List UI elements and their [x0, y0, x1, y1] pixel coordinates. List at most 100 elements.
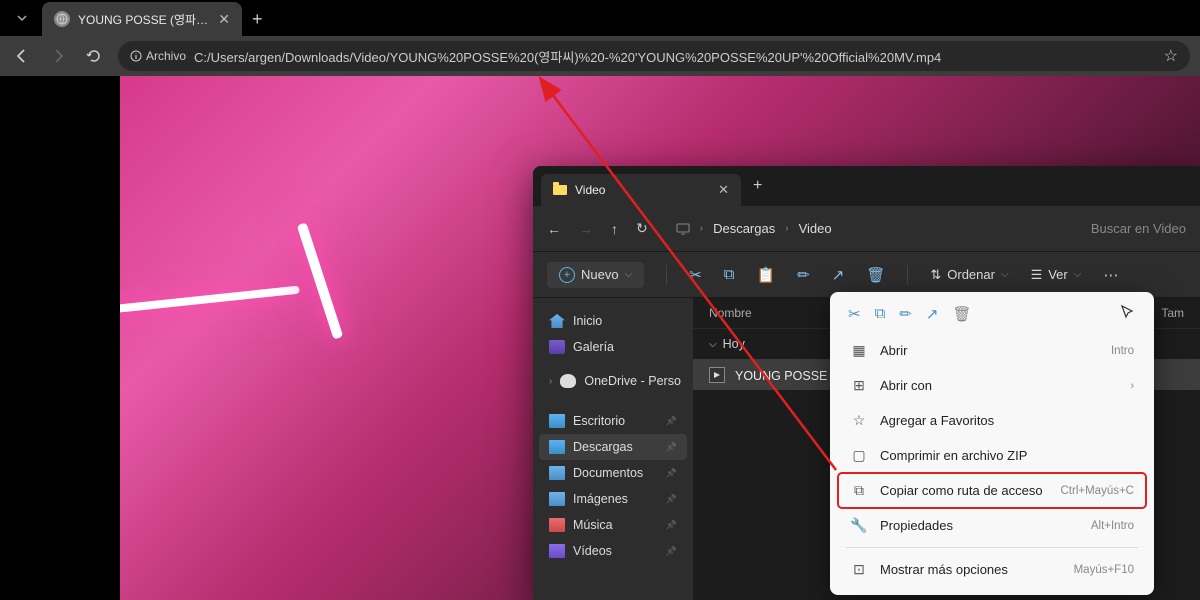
sidebar-label: Escritorio	[573, 414, 625, 428]
sort-button[interactable]: ⇅ Ordenar ⌵	[930, 267, 1008, 283]
copy-icon[interactable]: ⧉	[724, 266, 735, 283]
sidebar-item-desktop[interactable]: Escritorio	[539, 408, 687, 434]
separator	[666, 265, 667, 285]
ctx-open[interactable]: ▦ Abrir Intro	[838, 333, 1146, 368]
new-tab-button[interactable]: +	[242, 9, 273, 30]
globe-icon	[54, 11, 70, 27]
chevron-down-icon: ⌵	[709, 339, 717, 350]
download-icon	[549, 440, 565, 454]
videos-icon	[549, 544, 565, 558]
paste-icon[interactable]: 📋	[756, 266, 775, 284]
sidebar-label: Galería	[573, 340, 614, 354]
explorer-tab-title: Video	[575, 183, 710, 197]
cursor-icon	[1120, 304, 1136, 323]
ctx-label: Mostrar más opciones	[880, 562, 1062, 577]
delete-icon[interactable]: 🗑	[866, 266, 885, 284]
tab-close-button[interactable]: ✕	[218, 11, 230, 28]
cut-icon[interactable]: ✂	[848, 305, 861, 323]
sidebar-label: Música	[573, 518, 613, 532]
sidebar-item-downloads[interactable]: Descargas	[539, 434, 687, 460]
sidebar-label: Vídeos	[573, 544, 612, 558]
ctx-copy-path[interactable]: ⧉ Copiar como ruta de acceso Ctrl+Mayús+…	[838, 473, 1146, 508]
view-label: Ver	[1048, 267, 1068, 282]
home-icon	[549, 314, 565, 328]
separator	[907, 265, 908, 285]
sidebar-label: OneDrive - Perso	[584, 374, 681, 388]
column-name[interactable]: Nombre	[709, 306, 752, 320]
sidebar-item-music[interactable]: Música	[539, 512, 687, 538]
ctx-add-favorites[interactable]: ☆ Agregar a Favoritos	[838, 403, 1146, 438]
forward-button[interactable]	[46, 44, 70, 68]
view-button[interactable]: ☰ Ver ⌵	[1031, 267, 1082, 283]
browser-tab[interactable]: YOUNG POSSE (영파씨) - 'YOU ✕	[42, 2, 242, 36]
column-size[interactable]: Tam	[1161, 306, 1184, 320]
breadcrumb-parent[interactable]: Descargas	[713, 221, 775, 236]
star-icon: ☆	[850, 412, 868, 429]
open-icon: ▦	[850, 342, 868, 359]
copy-icon[interactable]: ⧉	[875, 305, 886, 322]
ctx-properties[interactable]: 🔧 Propiedades Alt+Intro	[838, 508, 1146, 543]
explorer-sidebar: Inicio Galería › OneDrive - Perso Escrito…	[533, 298, 693, 600]
sidebar-item-documents[interactable]: Documentos	[539, 460, 687, 486]
back-button[interactable]	[10, 44, 34, 68]
open-with-icon: ⊞	[850, 377, 868, 394]
chevron-right-icon: ›	[549, 376, 552, 387]
sidebar-item-onedrive[interactable]: › OneDrive - Perso	[539, 368, 687, 394]
ctx-label: Agregar a Favoritos	[880, 413, 1134, 428]
reload-icon	[86, 48, 102, 64]
sort-label: Ordenar	[947, 267, 995, 282]
bookmark-button[interactable]: ☆	[1164, 46, 1178, 66]
chevron-right-icon: ›	[700, 223, 703, 234]
explorer-up-button[interactable]: ↑	[611, 221, 618, 237]
arrow-left-icon	[13, 47, 31, 65]
sidebar-item-videos[interactable]: Vídeos	[539, 538, 687, 564]
ctx-label: Abrir con	[880, 378, 1118, 393]
explorer-back-button[interactable]: ←	[547, 221, 561, 237]
sidebar-item-images[interactable]: Imágenes	[539, 486, 687, 512]
sidebar-label: Imágenes	[573, 492, 628, 506]
breadcrumb[interactable]: › Descargas › Video	[676, 221, 832, 236]
address-bar[interactable]: Archivo C:/Users/argen/Downloads/Video/Y…	[118, 41, 1190, 71]
share-icon[interactable]: ↗	[832, 266, 845, 284]
explorer-tab-close[interactable]: ✕	[718, 182, 729, 198]
desktop-icon	[549, 414, 565, 428]
explorer-refresh-button[interactable]: ↻	[636, 220, 648, 237]
chevron-right-icon: ›	[785, 223, 788, 234]
browser-titlebar: YOUNG POSSE (영파씨) - 'YOU ✕ +	[0, 0, 1200, 36]
sidebar-label: Descargas	[573, 440, 633, 454]
rename-icon[interactable]: ✏	[899, 305, 912, 323]
plus-circle-icon: +	[559, 267, 575, 283]
ctx-open-with[interactable]: ⊞ Abrir con ›	[838, 368, 1146, 403]
explorer-tab[interactable]: Video ✕	[541, 174, 741, 206]
rename-icon[interactable]: ✏	[797, 266, 810, 284]
chevron-right-icon: ›	[1130, 380, 1134, 392]
reload-button[interactable]	[82, 44, 106, 68]
ctx-label: Comprimir en archivo ZIP	[880, 448, 1134, 463]
share-icon[interactable]: ↗	[926, 305, 939, 323]
ctx-compress-zip[interactable]: ▢ Comprimir en archivo ZIP	[838, 438, 1146, 473]
new-button[interactable]: + Nuevo ⌵	[547, 262, 644, 288]
tab-menu-button[interactable]	[8, 4, 36, 32]
archivo-chip: Archivo	[130, 49, 186, 63]
breadcrumb-current[interactable]: Video	[799, 221, 832, 236]
explorer-search-input[interactable]: Buscar en Video	[1091, 221, 1186, 236]
ctx-label: Copiar como ruta de acceso	[880, 483, 1049, 498]
sort-icon: ⇅	[930, 267, 941, 283]
chevron-down-icon: ⌵	[1001, 269, 1009, 280]
explorer-forward-button[interactable]: →	[579, 221, 593, 237]
cloud-icon	[560, 374, 576, 388]
new-button-label: Nuevo	[581, 267, 619, 282]
ctx-more-options[interactable]: ⊡ Mostrar más opciones Mayús+F10	[838, 552, 1146, 587]
cut-icon[interactable]: ✂	[689, 266, 702, 284]
chevron-down-icon: ⌵	[1074, 269, 1082, 280]
sidebar-item-home[interactable]: Inicio	[539, 308, 687, 334]
more-button[interactable]: ⋯	[1103, 266, 1118, 284]
ctx-shortcut: Ctrl+Mayús+C	[1061, 485, 1135, 497]
sidebar-label: Inicio	[573, 314, 602, 328]
sidebar-item-gallery[interactable]: Galería	[539, 334, 687, 360]
explorer-new-tab-button[interactable]: +	[741, 177, 774, 195]
delete-icon[interactable]: 🗑	[952, 305, 971, 323]
gallery-icon	[549, 340, 565, 354]
more-options-icon: ⊡	[850, 561, 868, 578]
neon-light-decoration	[120, 286, 300, 315]
